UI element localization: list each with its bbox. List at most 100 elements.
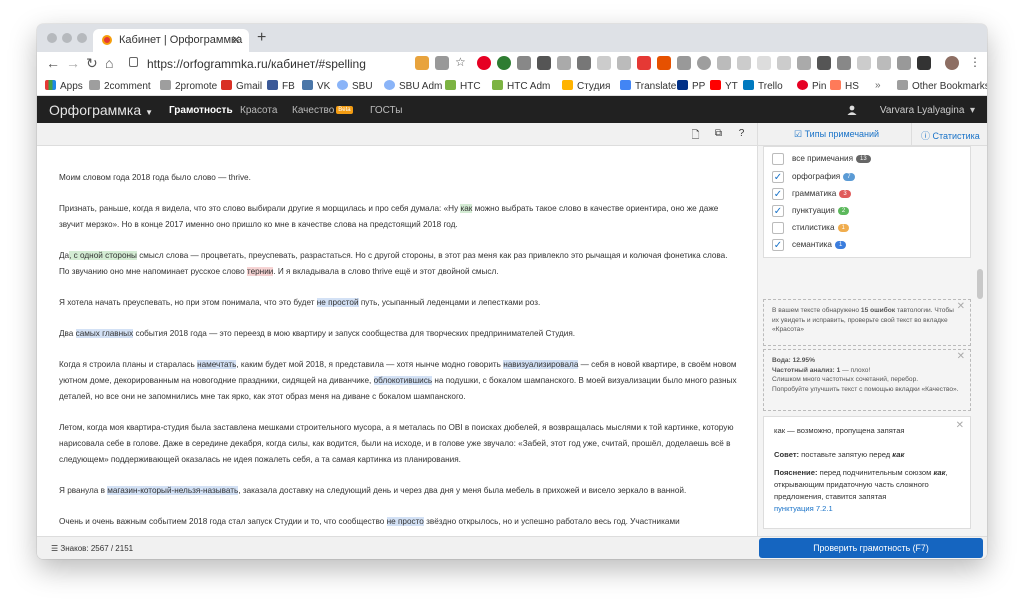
home-icon[interactable]: ⌂: [105, 55, 113, 71]
lock-icon: [129, 57, 138, 67]
spelling-highlight[interactable]: не простой: [316, 298, 359, 307]
bookmark-2promote[interactable]: 2promote: [160, 80, 217, 92]
nav-kachestvo[interactable]: Качество Beta: [292, 105, 353, 116]
close-window-icon[interactable]: [47, 33, 57, 43]
extension-icon[interactable]: [817, 56, 831, 70]
count-badge: 2: [837, 207, 850, 215]
extension-icon[interactable]: [415, 56, 429, 70]
extension-icon[interactable]: [897, 56, 911, 70]
bookmark-studio[interactable]: Студия: [562, 80, 610, 92]
extension-icon[interactable]: [837, 56, 851, 70]
browser-menu-icon[interactable]: ⋮: [969, 55, 981, 69]
bookmark-star-icon[interactable]: ☆: [455, 55, 466, 69]
bookmark-vk[interactable]: VK: [302, 80, 330, 92]
app-navbar: Орфограммка ▼ Грамотность Красота Качеств…: [37, 96, 987, 123]
bookmark-translate[interactable]: Translate: [620, 80, 676, 92]
user-menu[interactable]: Varvara Lyalyagina ▾: [880, 105, 975, 116]
bookmark-yt[interactable]: YT: [710, 80, 738, 92]
extension-icon[interactable]: [677, 56, 691, 70]
help-icon[interactable]: ?: [735, 128, 748, 141]
extension-icon[interactable]: [637, 56, 651, 70]
maximize-window-icon[interactable]: [77, 33, 87, 43]
annotation-card[interactable]: ✕ как — возможно, пропущена запятая Сове…: [763, 416, 971, 529]
bookmark-htc[interactable]: HTC: [445, 80, 481, 92]
new-document-icon[interactable]: 🗋: [689, 128, 702, 141]
paragraph: Я хотела начать преуспевать, но при этом…: [59, 298, 541, 307]
extension-icon[interactable]: [877, 56, 891, 70]
forward-icon[interactable]: →: [66, 55, 80, 71]
copy-icon[interactable]: ⧉: [712, 128, 725, 141]
checkbox-checked[interactable]: ✓: [772, 205, 784, 217]
checkbox[interactable]: [772, 222, 784, 234]
annotation-types-button[interactable]: ☑ Типы примечаний: [794, 129, 879, 140]
profile-avatar[interactable]: [945, 56, 959, 70]
extension-icon[interactable]: [657, 56, 671, 70]
statistics-button[interactable]: ⓘ Статистика: [921, 129, 980, 142]
close-icon[interactable]: ✕: [957, 302, 965, 312]
spelling-highlight[interactable]: магазин-который-нельзя-называть: [107, 486, 239, 495]
camera-icon[interactable]: [717, 56, 731, 70]
sidebar-scrollbar[interactable]: [977, 269, 983, 299]
paragraph: Я рванула в магазин-который-нельзя-назыв…: [59, 486, 687, 495]
check-grammar-button[interactable]: Проверить грамотность (F7): [759, 538, 983, 558]
text-editor[interactable]: Моим словом года 2018 года было слово — …: [37, 146, 757, 536]
close-tab-icon[interactable]: ✕: [231, 33, 241, 47]
count-badge: 7: [843, 173, 855, 181]
nav-gramotnost[interactable]: Грамотность: [169, 105, 233, 116]
bookmark-htc-adm[interactable]: HTC Adm: [492, 80, 550, 92]
bookmark-2comment[interactable]: 2comment: [89, 80, 151, 92]
extension-icon[interactable]: [537, 56, 551, 70]
bookmark-pp[interactable]: PP: [677, 80, 705, 92]
close-icon[interactable]: ✕: [956, 420, 964, 432]
new-tab-icon[interactable]: +: [257, 29, 266, 47]
pinterest-extension-icon[interactable]: [477, 56, 491, 70]
extension-icon[interactable]: [797, 56, 811, 70]
reload-icon[interactable]: ↻: [86, 55, 98, 72]
spelling-highlight[interactable]: облокотившись: [373, 376, 433, 385]
app-brand[interactable]: Орфограммка ▼: [49, 102, 153, 118]
browser-tab[interactable]: Кабинет | Орфограммка ✕: [93, 29, 249, 52]
extension-icon[interactable]: [917, 56, 931, 70]
bookmark-trello[interactable]: Trello: [743, 80, 783, 92]
extension-icon[interactable]: [617, 56, 631, 70]
extension-icon[interactable]: [697, 56, 711, 70]
spelling-highlight[interactable]: самых главных: [75, 329, 134, 338]
back-icon[interactable]: ←: [46, 55, 60, 71]
spelling-highlight[interactable]: навизуализировала: [503, 360, 579, 369]
bookmark-pin[interactable]: Pin: [797, 80, 826, 92]
minimize-window-icon[interactable]: [62, 33, 72, 43]
bookmark-apps[interactable]: Apps: [45, 80, 83, 92]
bookmarks-overflow-icon[interactable]: »: [875, 80, 881, 91]
extension-icon[interactable]: [577, 56, 591, 70]
bookmark-sbu[interactable]: SBU: [337, 80, 373, 92]
extension-icon[interactable]: [737, 56, 751, 70]
bookmark-sbu-adm[interactable]: SBU Adm: [384, 80, 442, 92]
rule-link[interactable]: пунктуация 7.2.1: [774, 504, 833, 513]
nav-gosty[interactable]: ГОСТы: [370, 105, 402, 116]
checkbox-checked[interactable]: ✓: [772, 171, 784, 183]
extension-icon[interactable]: [757, 56, 771, 70]
orfogrammka-favicon-icon: [102, 35, 112, 45]
grammar-highlight[interactable]: тернии: [246, 267, 274, 276]
bookmark-gmail[interactable]: Gmail: [221, 80, 262, 92]
punctuation-highlight[interactable]: как: [460, 204, 473, 213]
tab-title: Кабинет | Орфограммка: [119, 34, 243, 46]
evernote-extension-icon[interactable]: [497, 56, 511, 70]
close-icon[interactable]: ✕: [957, 352, 965, 362]
spelling-highlight[interactable]: намечтать: [197, 360, 237, 369]
punctuation-highlight[interactable]: , с одной стороны: [69, 251, 137, 260]
extension-icon[interactable]: [777, 56, 791, 70]
nav-krasota[interactable]: Красота: [240, 105, 277, 116]
bookmark-hs[interactable]: HS: [830, 80, 859, 92]
extension-icon[interactable]: [857, 56, 871, 70]
extension-icon[interactable]: [517, 56, 531, 70]
checkbox-checked[interactable]: ✓: [772, 239, 784, 251]
other-bookmarks[interactable]: Other Bookmarks: [897, 80, 987, 92]
translate-icon[interactable]: [435, 56, 449, 70]
spelling-highlight[interactable]: не просто: [386, 517, 424, 526]
checkbox[interactable]: [772, 153, 784, 165]
extension-icon[interactable]: [557, 56, 571, 70]
bookmark-fb[interactable]: FB: [267, 80, 295, 92]
extension-icon[interactable]: [597, 56, 611, 70]
checkbox-checked[interactable]: ✓: [772, 188, 784, 200]
